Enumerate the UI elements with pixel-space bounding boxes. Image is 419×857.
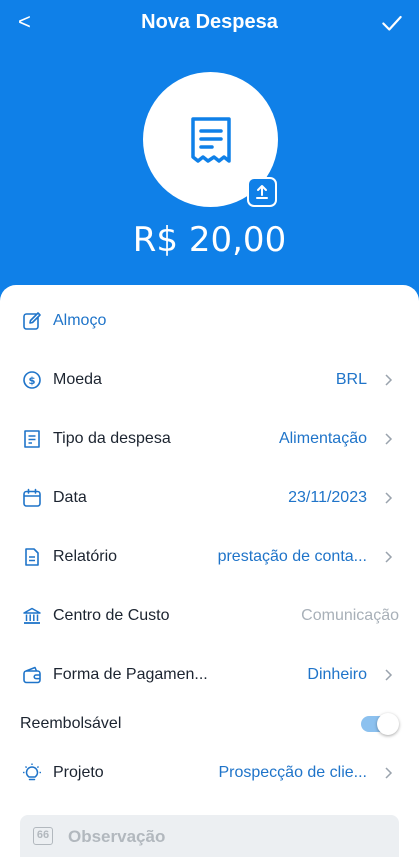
field-label: Relatório bbox=[53, 548, 118, 565]
field-value: Dinheiro bbox=[307, 666, 367, 683]
field-row-moeda[interactable]: $ Moeda BRL bbox=[0, 360, 419, 400]
field-row-centro-custo: Centro de Custo Comunicação bbox=[0, 596, 419, 636]
wallet-icon bbox=[23, 666, 41, 684]
receipt-icon bbox=[24, 430, 40, 448]
field-row-tipo-despesa[interactable]: Tipo da despesa Alimentação bbox=[0, 419, 419, 459]
reimbursable-toggle[interactable] bbox=[361, 713, 399, 735]
expense-form: Almoço $ Moeda BRL Tipo da despesa Alime… bbox=[0, 285, 419, 857]
field-label: Data bbox=[53, 489, 87, 506]
description-text: Almoço bbox=[53, 312, 107, 329]
edit-icon bbox=[23, 312, 41, 330]
field-value: prestação de conta... bbox=[217, 548, 367, 565]
field-label: Moeda bbox=[53, 371, 102, 388]
field-value: 23/11/2023 bbox=[288, 489, 367, 506]
page-title: Nova Despesa bbox=[141, 11, 278, 33]
field-label: Tipo da despesa bbox=[53, 430, 171, 447]
bank-icon bbox=[23, 607, 41, 624]
calendar-icon bbox=[23, 488, 41, 507]
field-label: Forma de Pagamen... bbox=[53, 666, 208, 683]
header: < Nova Despesa R$ 20,00 bbox=[0, 0, 419, 300]
field-row-projeto[interactable]: Projeto Prospecção de clie... bbox=[0, 753, 419, 793]
field-label: Centro de Custo bbox=[53, 607, 170, 624]
field-value: Alimentação bbox=[278, 430, 367, 447]
chevron-right-icon bbox=[385, 551, 393, 563]
observation-field[interactable]: 66 Observação bbox=[20, 815, 399, 857]
field-label: Projeto bbox=[53, 764, 104, 781]
document-icon bbox=[25, 548, 39, 566]
receipt-icon bbox=[191, 117, 231, 163]
field-value: Comunicação bbox=[301, 607, 399, 624]
upload-icon bbox=[256, 185, 268, 199]
reimbursable-label: Reembolsável bbox=[20, 715, 122, 732]
dollar-circle-icon: $ bbox=[23, 371, 41, 389]
toggle-knob bbox=[377, 713, 399, 735]
observation-placeholder: Observação bbox=[68, 827, 166, 846]
field-value: BRL bbox=[335, 371, 367, 388]
chevron-right-icon bbox=[385, 374, 393, 386]
svg-text:$: $ bbox=[29, 376, 36, 387]
description-row[interactable]: Almoço bbox=[0, 301, 419, 341]
reimbursable-row: Reembolsável bbox=[0, 704, 419, 744]
chevron-right-icon bbox=[385, 433, 393, 445]
field-value: Prospecção de clie... bbox=[218, 764, 367, 781]
field-row-data[interactable]: Data 23/11/2023 bbox=[0, 478, 419, 518]
field-row-forma-pagamento[interactable]: Forma de Pagamen... Dinheiro bbox=[0, 655, 419, 695]
field-row-relatorio[interactable]: Relatório prestação de conta... bbox=[0, 537, 419, 577]
chevron-right-icon bbox=[385, 669, 393, 681]
chevron-right-icon bbox=[385, 492, 393, 504]
chevron-right-icon bbox=[385, 767, 393, 779]
expense-amount[interactable]: R$ 20,00 bbox=[0, 220, 419, 260]
upload-button[interactable] bbox=[247, 177, 277, 207]
check-icon[interactable] bbox=[379, 10, 405, 36]
quote-icon: 66 bbox=[33, 827, 53, 845]
lightbulb-icon bbox=[23, 763, 41, 781]
